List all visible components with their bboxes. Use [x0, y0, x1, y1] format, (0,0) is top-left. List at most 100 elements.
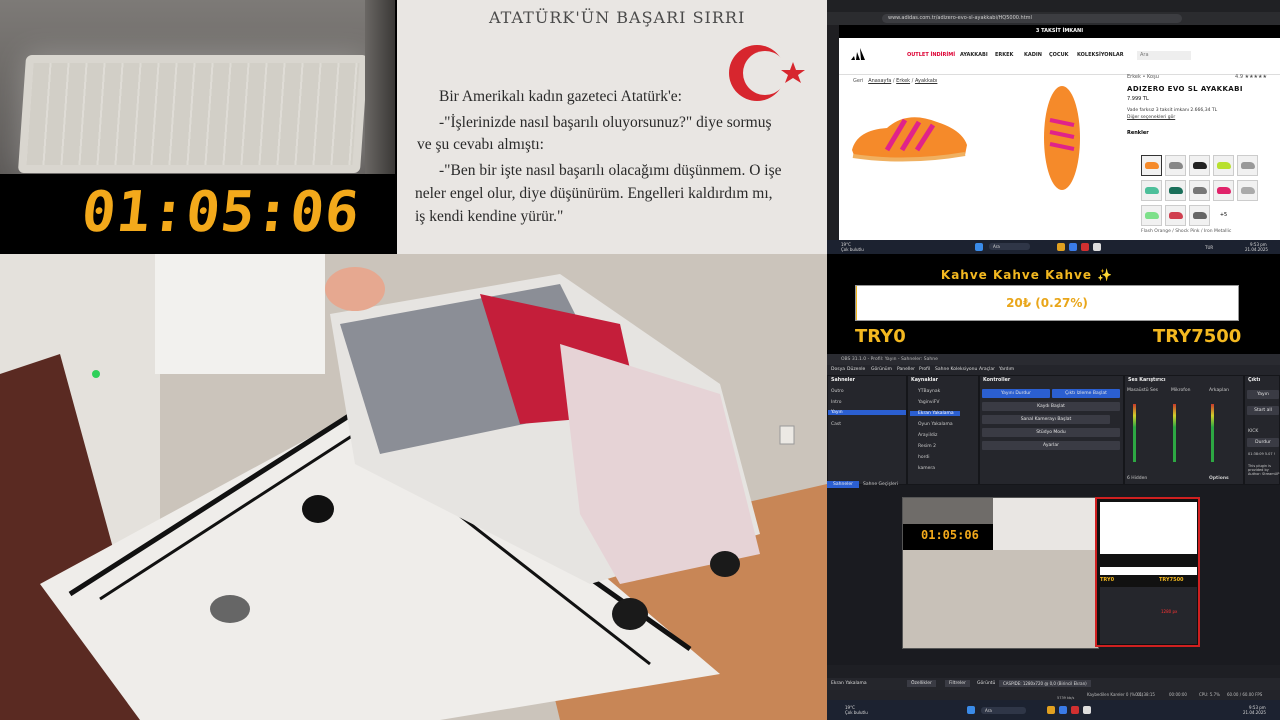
controls-header: Kontroller	[983, 378, 1011, 383]
fps: 60.00 / 60.00 FPS	[1227, 692, 1263, 697]
color-swatch[interactable]	[1189, 205, 1210, 226]
book-line: -"Ben bir işte nasıl başarılı olacağımı …	[439, 162, 782, 179]
scene-item[interactable]: Cast	[831, 422, 841, 427]
sources-dock: Kaynaklar YTBaynak YaginviFV Ekran Yakal…	[907, 375, 979, 485]
start-recording-button[interactable]: Kaydı Başlat	[982, 402, 1120, 411]
preview-canvas[interactable]: 01:05:06	[902, 497, 1099, 649]
product-category: Erkek • Koşu 4.9 ★★★★★	[1127, 74, 1267, 80]
obs-title-bar: OBS 31.1.0 - Profil: Yayın - Sahneler: S…	[827, 354, 1280, 365]
scenes-header: Sahneler	[831, 378, 856, 383]
file-explorer-icon[interactable]	[1057, 243, 1065, 251]
menu-tools[interactable]: Araçlar	[979, 367, 995, 372]
menu-profile[interactable]: Profil	[919, 367, 930, 372]
menu-edit[interactable]: Düzenle	[847, 367, 865, 372]
mixer-options-button[interactable]: Options	[1209, 476, 1229, 481]
source-item[interactable]: YaginviFV	[918, 400, 939, 405]
source-item[interactable]: Resim 2	[918, 444, 936, 449]
filters-button[interactable]: Filtreler	[945, 680, 970, 687]
settings-button[interactable]: Ayarlar	[982, 441, 1120, 450]
taskbar-search[interactable]: Ara	[989, 243, 1030, 250]
color-swatch[interactable]	[1165, 155, 1186, 176]
breadcrumb-men[interactable]: Erkek	[896, 78, 910, 84]
breadcrumb-shoes[interactable]: Ayakkabı	[915, 78, 937, 84]
menu-view[interactable]: Görünüm	[871, 367, 892, 372]
source-item[interactable]: kamera	[918, 466, 935, 471]
hidden-sources-label[interactable]: 6 Hidden	[1127, 476, 1147, 481]
properties-button[interactable]: Özellikler	[907, 680, 936, 687]
scene-item[interactable]: Outro	[831, 389, 844, 394]
obs-icon[interactable]	[1083, 706, 1091, 714]
nav-men[interactable]: ERKEK	[995, 52, 1013, 58]
color-swatch[interactable]	[1165, 180, 1186, 201]
stop-stream-button[interactable]: Yayını Durdur	[982, 389, 1050, 398]
scene-item-active[interactable]: Yayın	[828, 410, 906, 415]
nav-collections[interactable]: KOLEKSİYONLAR	[1077, 52, 1124, 58]
menu-scene-collection[interactable]: Sahne Koleksiyonu	[935, 367, 977, 372]
output-monitor-button[interactable]: Çıktı Izleme Başlat	[1052, 389, 1120, 398]
color-swatch[interactable]	[1141, 180, 1162, 201]
chrome-icon[interactable]	[1081, 243, 1089, 251]
source-item[interactable]: Oyun Yakalama	[918, 422, 953, 427]
color-swatch[interactable]	[1189, 180, 1210, 201]
book-title: ATATÜRK'ÜN BAŞARI SIRRI	[489, 8, 746, 27]
obs-preview[interactable]: Sahneler Sahne Geçişleri 01:05:06 TRY0 T…	[827, 481, 1280, 665]
goal-max: TRY7500	[1153, 326, 1242, 347]
site-search-input[interactable]: Ara	[1137, 51, 1191, 60]
tab-scenes[interactable]: Sahneler	[827, 481, 859, 488]
source-item[interactable]: hordi	[918, 455, 929, 460]
back-link[interactable]: Geri	[853, 78, 863, 84]
book-line: iş kendi kendine yürür."	[415, 208, 564, 225]
menu-docks[interactable]: Paneller	[897, 367, 915, 372]
goal-min: TRY0	[855, 326, 906, 347]
adidas-logo-icon[interactable]	[849, 46, 871, 62]
color-swatch[interactable]	[1213, 155, 1234, 176]
app-icon[interactable]	[1059, 706, 1067, 714]
virtual-camera-button[interactable]: Sanal Kamerayı Başlat	[982, 415, 1110, 424]
product-image-top[interactable]	[1032, 80, 1092, 195]
taskbar-search[interactable]: Ara	[981, 707, 1026, 714]
obs-icon[interactable]	[1093, 243, 1101, 251]
timer-display: 01:05:06	[78, 180, 364, 245]
language-indicator[interactable]: TUR	[1205, 245, 1213, 250]
windows-start-icon[interactable]	[975, 243, 983, 251]
nav-outlet[interactable]: OUTLET İNDİRİMİ	[907, 52, 955, 58]
file-explorer-icon[interactable]	[1047, 706, 1055, 714]
color-swatch[interactable]	[1141, 155, 1162, 176]
tab-transitions[interactable]: Sahne Geçişleri	[857, 481, 904, 488]
thumb-browser	[1100, 502, 1197, 554]
cpu-usage: CPU: 5.7%	[1199, 692, 1220, 697]
nav-women[interactable]: KADIN	[1024, 52, 1042, 58]
color-swatch[interactable]	[1141, 205, 1162, 226]
menu-help[interactable]: Yardım	[999, 367, 1014, 372]
selected-source-frame[interactable]: TRY0 TRY7500 1280 px	[1095, 497, 1200, 647]
more-colors-button[interactable]: +5	[1213, 205, 1234, 226]
source-item-active[interactable]: Ekran Yakalama	[910, 411, 960, 416]
start-all-button[interactable]: Start all	[1247, 406, 1279, 415]
url-field[interactable]: www.adidas.com.tr/adizero-evo-sl-ayakkab…	[882, 14, 1182, 23]
stream-button[interactable]: Yayın	[1247, 390, 1279, 399]
color-swatch[interactable]	[1213, 180, 1234, 201]
nav-kids[interactable]: ÇOCUK	[1049, 52, 1069, 58]
stop-button[interactable]: Durdur	[1247, 438, 1279, 447]
plugin-note: This plugin is provided by Author: Strea…	[1248, 464, 1280, 476]
browser-tab-bar[interactable]	[827, 0, 1280, 12]
studio-mode-button[interactable]: Stüdyo Modu	[982, 428, 1120, 437]
other-options-link[interactable]: Diğer seçenekleri gör	[1127, 115, 1267, 120]
scene-item[interactable]: Intro	[831, 400, 841, 405]
chrome-icon[interactable]	[1071, 706, 1079, 714]
promo-banner[interactable]: 3 TAKSİT İMKANI	[839, 25, 1280, 38]
breadcrumb-home[interactable]: Anasayfa	[868, 78, 891, 84]
product-image-side[interactable]	[847, 100, 972, 170]
menu-file[interactable]: Dosya	[831, 367, 845, 372]
app-icon[interactable]	[1069, 243, 1077, 251]
display-select[interactable]: CASPIDE: 1280x720 @ 0,0 (Birincil Ekran)	[999, 680, 1091, 687]
product-price: 7.999 TL	[1127, 96, 1149, 102]
nav-shoes[interactable]: AYAKKABI	[960, 52, 988, 58]
windows-start-icon[interactable]	[967, 706, 975, 714]
source-item[interactable]: YTBaynak	[918, 389, 940, 394]
color-swatch[interactable]	[1189, 155, 1210, 176]
color-swatch[interactable]	[1237, 155, 1258, 176]
color-swatch[interactable]	[1237, 180, 1258, 201]
color-swatch[interactable]	[1165, 205, 1186, 226]
source-item[interactable]: Arayildiz	[918, 433, 937, 438]
